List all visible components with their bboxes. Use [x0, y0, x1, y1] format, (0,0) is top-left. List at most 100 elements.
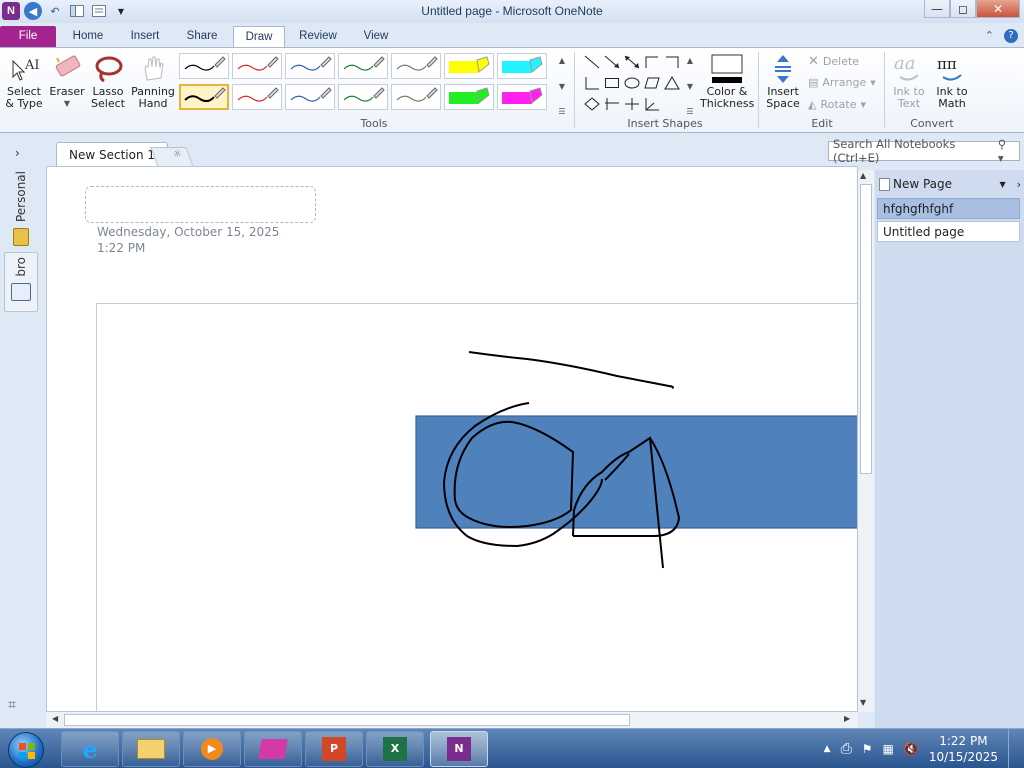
internet-explorer-taskbar-button[interactable]: e: [61, 731, 119, 767]
blue-rectangle-shape[interactable]: [415, 415, 858, 529]
insert-space-button[interactable]: Insert Space: [762, 52, 804, 110]
close-button[interactable]: ✕: [976, 0, 1020, 18]
scroll-up-icon[interactable]: ▲: [860, 171, 866, 180]
pen-swatch[interactable]: [285, 84, 335, 110]
arrow-shape-icon[interactable]: [602, 53, 622, 71]
section-tab-new-section-1[interactable]: New Section 1: [56, 142, 169, 168]
tab-draw[interactable]: Draw: [233, 26, 285, 48]
collapse-ribbon-icon[interactable]: ⌃: [985, 29, 994, 43]
diamond-shape-icon[interactable]: [582, 95, 602, 113]
unfiled-notes-icon[interactable]: ⌗: [8, 697, 16, 713]
maximize-button[interactable]: ◻: [950, 0, 976, 18]
gallery-up-icon[interactable]: ▲: [559, 56, 565, 65]
notebook-bro[interactable]: bro: [4, 252, 38, 312]
shapes-down-icon[interactable]: ▼: [687, 82, 693, 91]
tab-file[interactable]: File: [0, 26, 56, 48]
new-page-dropdown-icon[interactable]: ▼: [999, 180, 1005, 189]
ink-drawing[interactable]: [97, 304, 858, 712]
pen-swatch[interactable]: [179, 84, 229, 110]
cross-axis-shape-icon[interactable]: [622, 95, 642, 113]
rectangle-shape-icon[interactable]: [602, 74, 622, 92]
system-clock[interactable]: 1:22 PM 10/15/2025: [929, 733, 998, 765]
scroll-right-icon[interactable]: ▶: [844, 714, 850, 723]
page-canvas[interactable]: Wednesday, October 15, 2025 1:22 PM: [46, 166, 858, 712]
ink-line-stroke[interactable]: [468, 351, 674, 389]
page-tab-untitled-page[interactable]: Untitled page: [877, 221, 1020, 242]
eraser-button[interactable]: Eraser ▼: [48, 52, 86, 110]
media-player-taskbar-button[interactable]: ▶: [183, 731, 241, 767]
powerpoint-taskbar-button[interactable]: P: [305, 731, 363, 767]
minimize-button[interactable]: —: [924, 0, 950, 18]
tab-share[interactable]: Share: [178, 26, 226, 48]
tab-home[interactable]: Home: [62, 26, 114, 48]
color-thickness-button[interactable]: Color & Thickness: [700, 52, 754, 110]
scroll-down-icon[interactable]: ▼: [860, 698, 866, 707]
help-icon[interactable]: ?: [1004, 29, 1018, 43]
page-title-input[interactable]: [85, 186, 316, 223]
axis-quad-shape-icon[interactable]: [602, 95, 622, 113]
onenote-taskbar-button[interactable]: N: [430, 731, 488, 767]
shapes-up-icon[interactable]: ▲: [687, 56, 693, 65]
tab-insert[interactable]: Insert: [120, 26, 170, 48]
new-section-tab[interactable]: [150, 147, 194, 167]
volume-muted-icon[interactable]: 🔇: [904, 742, 919, 756]
horizontal-scrollbar[interactable]: ◀ ▶: [46, 712, 858, 728]
delete-button[interactable]: ✕ Delete: [808, 54, 859, 69]
printer-icon[interactable]: ⎙: [841, 741, 852, 757]
highlighter-swatch[interactable]: [497, 53, 547, 79]
network-icon[interactable]: ▦: [883, 742, 894, 756]
new-page-button[interactable]: New Page ▼ ›: [879, 175, 1021, 193]
show-desktop-button[interactable]: [1008, 729, 1018, 768]
axis-shape-icon[interactable]: [662, 53, 682, 71]
line-shape-icon[interactable]: [582, 53, 602, 71]
parallelogram-shape-icon[interactable]: [642, 74, 662, 92]
arrange-button[interactable]: ▤ Arrange ▼: [808, 76, 876, 89]
pen-swatch[interactable]: [232, 53, 282, 79]
lasso-select-button[interactable]: Lasso Select: [90, 52, 126, 110]
horizontal-scroll-thumb[interactable]: [64, 714, 630, 726]
scroll-left-icon[interactable]: ◀: [52, 714, 58, 723]
rotate-button[interactable]: ◭ Rotate ▼: [808, 98, 866, 111]
show-hidden-icons[interactable]: ▲: [824, 744, 831, 754]
ink-to-math-button[interactable]: ππ Ink to Math: [932, 52, 972, 110]
app-taskbar-button[interactable]: [244, 731, 302, 767]
pen-swatch[interactable]: [285, 53, 335, 79]
drawing-container[interactable]: [96, 303, 858, 712]
axis-2d-shape-icon[interactable]: [642, 53, 662, 71]
eraser-dropdown-icon[interactable]: ▼: [48, 98, 86, 110]
pen-swatch[interactable]: [179, 53, 229, 79]
pen-swatch[interactable]: [391, 84, 441, 110]
tab-review[interactable]: Review: [292, 26, 344, 48]
pen-swatch[interactable]: [338, 84, 388, 110]
axis-corner-shape-icon[interactable]: [642, 95, 662, 113]
gallery-down-icon[interactable]: ▼: [559, 82, 565, 91]
expand-page-list-icon[interactable]: ›: [1017, 178, 1021, 191]
excel-taskbar-button[interactable]: X: [366, 731, 424, 767]
shapes-more-icon[interactable]: ☰: [686, 107, 693, 116]
axis-3d-shape-icon[interactable]: [582, 74, 602, 92]
search-input[interactable]: Search All Notebooks (Ctrl+E) ⚲ ▾: [828, 137, 1020, 165]
vertical-scrollbar[interactable]: ▲ ▼: [858, 170, 874, 712]
notebook-personal[interactable]: Personal: [4, 167, 38, 249]
gallery-more-icon[interactable]: ☰: [558, 107, 565, 116]
pen-swatch[interactable]: [232, 84, 282, 110]
pen-swatch[interactable]: [391, 53, 441, 79]
pen-swatch[interactable]: [338, 53, 388, 79]
ellipse-shape-icon[interactable]: [622, 74, 642, 92]
double-arrow-shape-icon[interactable]: [622, 53, 642, 71]
highlighter-swatch[interactable]: [444, 53, 494, 79]
vertical-scroll-thumb[interactable]: [860, 184, 872, 474]
panning-hand-button[interactable]: Panning Hand: [130, 52, 176, 110]
expand-notebook-pane-icon[interactable]: ›: [15, 146, 20, 160]
tab-view[interactable]: View: [352, 26, 400, 48]
page-tab-hfghgfhfghf[interactable]: hfghgfhfghf: [877, 198, 1020, 219]
ink-to-text-button[interactable]: aa Ink to Text: [889, 52, 929, 110]
start-button[interactable]: [8, 732, 44, 768]
search-icon[interactable]: ⚲ ▾: [998, 137, 1015, 165]
file-explorer-taskbar-button[interactable]: [122, 731, 180, 767]
action-center-icon[interactable]: ⚑: [862, 742, 873, 756]
highlighter-swatch[interactable]: [444, 84, 494, 110]
triangle-shape-icon[interactable]: [662, 74, 682, 92]
select-type-button[interactable]: AI Select & Type: [4, 52, 44, 110]
highlighter-swatch[interactable]: [497, 84, 547, 110]
